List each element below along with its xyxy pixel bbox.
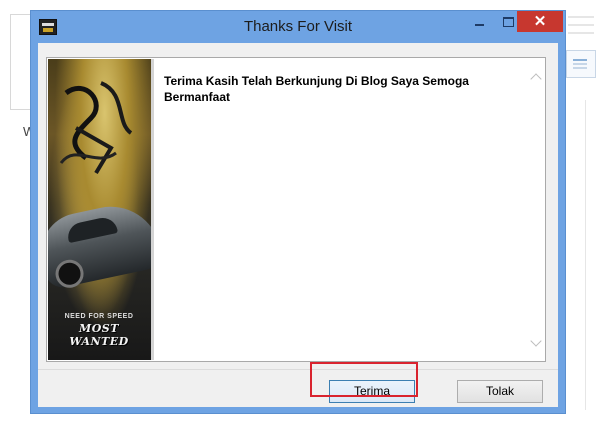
close-icon: ✕ [533,13,547,30]
background-divider [585,100,586,410]
background-thumbnail [566,50,596,78]
dialog-body: NEED FOR SPEED MOST WANTED Terima Kasih … [38,43,558,407]
logo-line-2: MOST WANTED [69,322,129,348]
message-area[interactable]: Terima Kasih Telah Berkunjung Di Blog Sa… [154,59,544,360]
scroll-down-icon[interactable] [530,335,542,348]
minimize-icon [475,24,484,26]
graffiti-art [59,81,133,175]
highlight-annotation [310,362,418,397]
title-bar[interactable]: Thanks For Visit ✕ [31,11,565,42]
tolak-button[interactable]: Tolak [457,380,543,403]
content-frame: NEED FOR SPEED MOST WANTED Terima Kasih … [46,57,546,362]
game-logo: NEED FOR SPEED MOST WANTED [54,313,144,351]
car-illustration [48,197,151,291]
vertical-scrollbar[interactable] [527,59,544,360]
minimize-button[interactable] [464,11,494,32]
close-button[interactable]: ✕ [517,11,563,32]
maximize-icon [503,17,514,27]
scroll-up-icon[interactable] [530,71,542,85]
game-cover-image: NEED FOR SPEED MOST WANTED [48,59,151,360]
button-bar: Terima Tolak [38,369,558,408]
background-toolbar-marks [568,16,594,46]
message-text: Terima Kasih Telah Berkunjung Di Blog Sa… [164,74,469,104]
logo-line-1: NEED FOR SPEED [64,313,134,320]
dialog-window: Thanks For Visit ✕ NEED FOR SPEED MOST W… [30,10,566,414]
